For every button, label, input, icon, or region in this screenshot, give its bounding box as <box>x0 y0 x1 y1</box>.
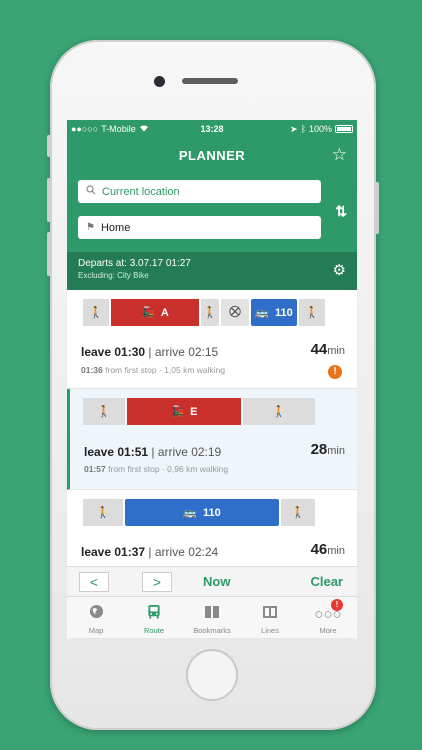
arrive-time: | arrive 02:15 <box>148 345 219 359</box>
tab-label: Bookmarks <box>193 626 231 635</box>
previous-button[interactable]: < <box>79 572 109 592</box>
train-leg: 🚂 A <box>111 299 199 326</box>
tab-label: More <box>319 626 337 635</box>
duration-unit: min <box>327 345 345 357</box>
route-times: leave 01:37 | arrive 02:24 <box>81 545 218 559</box>
leave-time: leave 01:30 <box>81 345 146 359</box>
route-results: 🚶 🚂 A 🚶 ⛒ 🚌 110 🚶 leave 01:30 | arrive 0… <box>67 290 357 568</box>
from-field-value: Current location <box>102 185 180 198</box>
duration-number: 44 <box>310 341 328 358</box>
route-duration: 44min <box>311 341 345 358</box>
page-title: PLANNER <box>178 147 246 163</box>
bus-icon: 🚌 <box>255 307 269 319</box>
duration-unit: min <box>327 545 345 557</box>
walk-icon: 🚶 <box>83 499 123 526</box>
power-button <box>375 182 379 234</box>
time-navigation-bar: < > Now Clear <box>67 566 357 596</box>
now-button[interactable]: Now <box>203 574 230 589</box>
to-field-value: Home <box>100 221 131 234</box>
search-icon <box>86 185 96 198</box>
leave-time: leave 01:51 <box>84 445 149 459</box>
bus-leg: 🚌 110 <box>125 499 279 526</box>
tab-bar: Map Route Bookmarks Lines ○○○ More ! <box>67 596 357 638</box>
clear-button[interactable]: Clear <box>310 574 343 589</box>
train-leg: 🚂 E <box>127 398 241 425</box>
route-result[interactable]: 🚶 🚌 110 🚶 leave 01:37 | arrive 02:24 46m… <box>67 490 357 568</box>
route-legs: 🚶 🚌 110 🚶 <box>83 499 315 526</box>
bus-leg-label: 110 <box>202 506 221 519</box>
search-area: Current location ⚑ Home ⇅ <box>67 172 357 252</box>
tab-label: Lines <box>261 626 279 635</box>
train-leg-label: E <box>190 405 198 418</box>
arrive-time: | arrive 02:24 <box>148 545 219 559</box>
notification-badge: ! <box>331 599 343 611</box>
to-field[interactable]: ⚑ Home <box>78 216 321 239</box>
train-leg-label: A <box>160 306 169 319</box>
tab-map[interactable]: Map <box>67 597 125 638</box>
walk-icon: 🚶 <box>83 398 125 425</box>
volume-up-button <box>47 178 51 222</box>
app-screen: ●●○○○ T-Mobile 13:28 ➤ ᛒ 100% PLANNER ☆ … <box>67 120 357 638</box>
transfer-icon: ⛒ <box>221 299 249 326</box>
tab-lines[interactable]: Lines <box>241 597 299 638</box>
tab-bookmarks[interactable]: Bookmarks <box>183 597 241 638</box>
front-camera <box>154 76 165 87</box>
mute-switch <box>47 135 51 157</box>
tab-label: Map <box>88 626 104 635</box>
route-times: leave 01:51 | arrive 02:19 <box>84 445 221 459</box>
tab-more[interactable]: ○○○ More ! <box>299 597 357 638</box>
star-icon[interactable]: ☆ <box>332 146 347 163</box>
route-subtext: 01:36 from first stop · 1,05 km walking <box>81 365 225 375</box>
route-legs: 🚶 🚂 E 🚶 <box>83 398 315 425</box>
first-stop-info: from first stop · 0,96 km walking <box>108 464 229 474</box>
first-stop-time: 01:36 <box>81 365 103 375</box>
tab-route[interactable]: Route <box>125 597 183 638</box>
route-legs: 🚶 🚂 A 🚶 ⛒ 🚌 110 🚶 <box>83 299 325 326</box>
route-duration: 28min <box>311 441 345 458</box>
bus-leg-label: 110 <box>274 306 293 319</box>
bus-leg: 🚌 110 <box>251 299 297 326</box>
earpiece-speaker <box>182 78 238 84</box>
train-icon: 🚂 <box>141 307 155 319</box>
walk-icon: 🚶 <box>83 299 109 326</box>
tab-label: Route <box>143 626 164 635</box>
route-duration: 46min <box>311 541 345 558</box>
duration-number: 46 <box>310 541 328 558</box>
status-bar: ●●○○○ T-Mobile 13:28 ➤ ᛒ 100% <box>67 120 357 138</box>
walk-icon: 🚶 <box>243 398 315 425</box>
bus-icon: 🚌 <box>183 507 197 519</box>
duration-number: 28 <box>310 441 328 458</box>
route-result[interactable]: 🚶 🚂 A 🚶 ⛒ 🚌 110 🚶 leave 01:30 | arrive 0… <box>67 290 357 389</box>
first-stop-info: from first stop · 1,05 km walking <box>105 365 226 375</box>
next-button[interactable]: > <box>142 572 172 592</box>
first-stop-time: 01:57 <box>84 464 106 474</box>
flag-icon: ⚑ <box>86 222 95 233</box>
lines-icon <box>262 605 278 623</box>
walk-icon: 🚶 <box>299 299 325 326</box>
swap-icon[interactable]: ⇅ <box>335 204 347 218</box>
gear-icon[interactable]: ⚙ <box>333 263 346 278</box>
book-icon <box>204 605 220 623</box>
departure-settings[interactable]: Departs at: 3.07.17 01:27 Excluding: Cit… <box>67 252 357 290</box>
duration-unit: min <box>327 445 345 457</box>
arrive-time: | arrive 02:19 <box>151 445 222 459</box>
excluding-label: Excluding: City Bike <box>78 271 149 280</box>
from-field[interactable]: Current location <box>78 180 321 203</box>
departs-at-label: Departs at: 3.07.17 01:27 <box>78 258 191 269</box>
app-header: PLANNER ☆ <box>67 138 357 172</box>
walk-icon: 🚶 <box>281 499 315 526</box>
bus-icon <box>147 604 161 623</box>
route-result-selected[interactable]: 🚶 🚂 E 🚶 leave 01:51 | arrive 02:19 01:57… <box>67 389 357 490</box>
status-time: 13:28 <box>200 124 224 134</box>
route-times: leave 01:30 | arrive 02:15 <box>81 345 218 359</box>
walk-icon: 🚶 <box>201 299 219 326</box>
warning-icon[interactable]: ! <box>328 365 342 379</box>
volume-down-button <box>47 232 51 276</box>
train-icon: 🚂 <box>170 406 185 418</box>
home-button[interactable] <box>186 649 238 701</box>
leave-time: leave 01:37 <box>81 545 146 559</box>
route-subtext: 01:57 from first stop · 0,96 km walking <box>84 464 228 474</box>
globe-icon <box>89 604 104 623</box>
